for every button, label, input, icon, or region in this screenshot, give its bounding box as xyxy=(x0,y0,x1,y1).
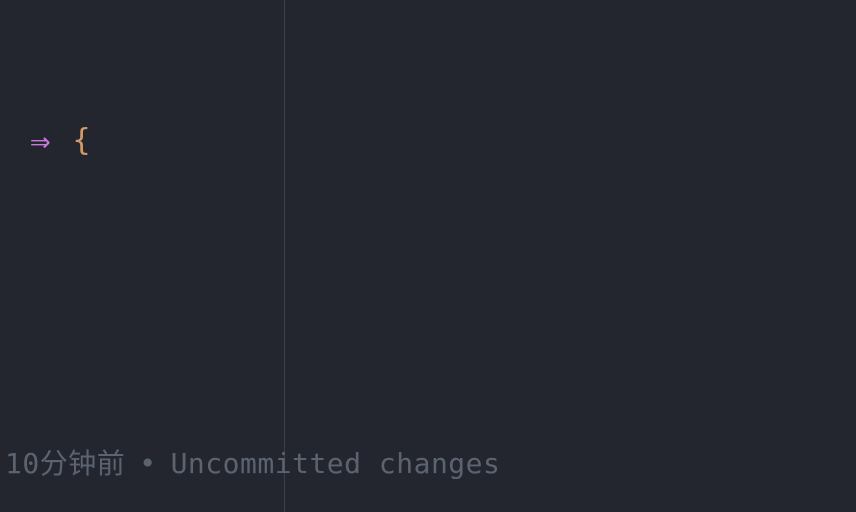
blame-time: 10分钟前 xyxy=(5,447,126,480)
closing-paren-token: ) xyxy=(0,118,6,164)
code-editor[interactable]: ) ⇒ { 10分钟前 • Uncommitted changes xyxy=(0,0,856,512)
blame-separator: • xyxy=(139,447,157,480)
blame-message: Uncommitted changes xyxy=(170,447,501,480)
code-line[interactable]: ) ⇒ { xyxy=(0,118,91,164)
column-ruler xyxy=(284,0,285,512)
inline-git-blame[interactable]: 10分钟前 • Uncommitted changes xyxy=(5,444,500,484)
opening-brace-token: { xyxy=(72,123,91,158)
arrow-token: ⇒ xyxy=(30,121,51,161)
